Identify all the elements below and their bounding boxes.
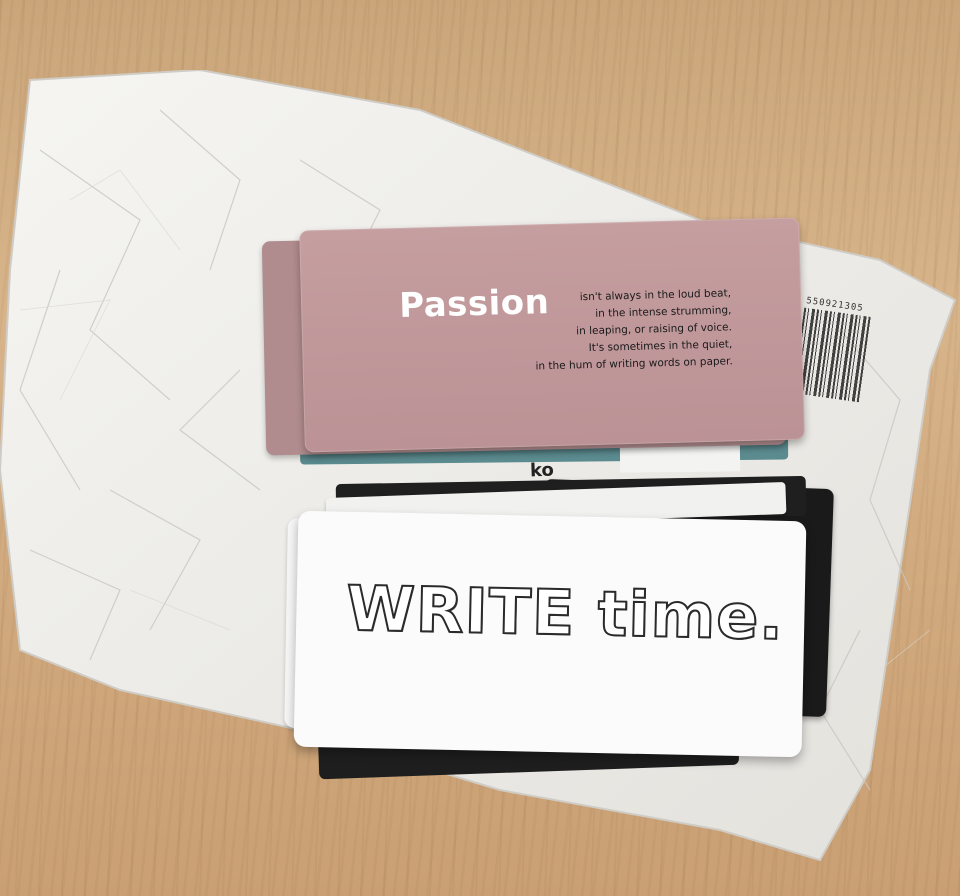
partial-card-label: ko — [529, 459, 555, 482]
barcode — [792, 307, 872, 403]
passion-card: Passion isn't always in the loud beat, i… — [299, 217, 805, 453]
passion-card-title: Passion — [398, 282, 550, 326]
write-time-card: WRITE time. — [293, 510, 807, 758]
write-time-title: WRITE time. — [345, 571, 786, 655]
passion-card-quote: isn't always in the loud beat, in the in… — [534, 285, 733, 375]
photo-scene: 550921305 Passion isn't always in the lo… — [0, 0, 960, 896]
